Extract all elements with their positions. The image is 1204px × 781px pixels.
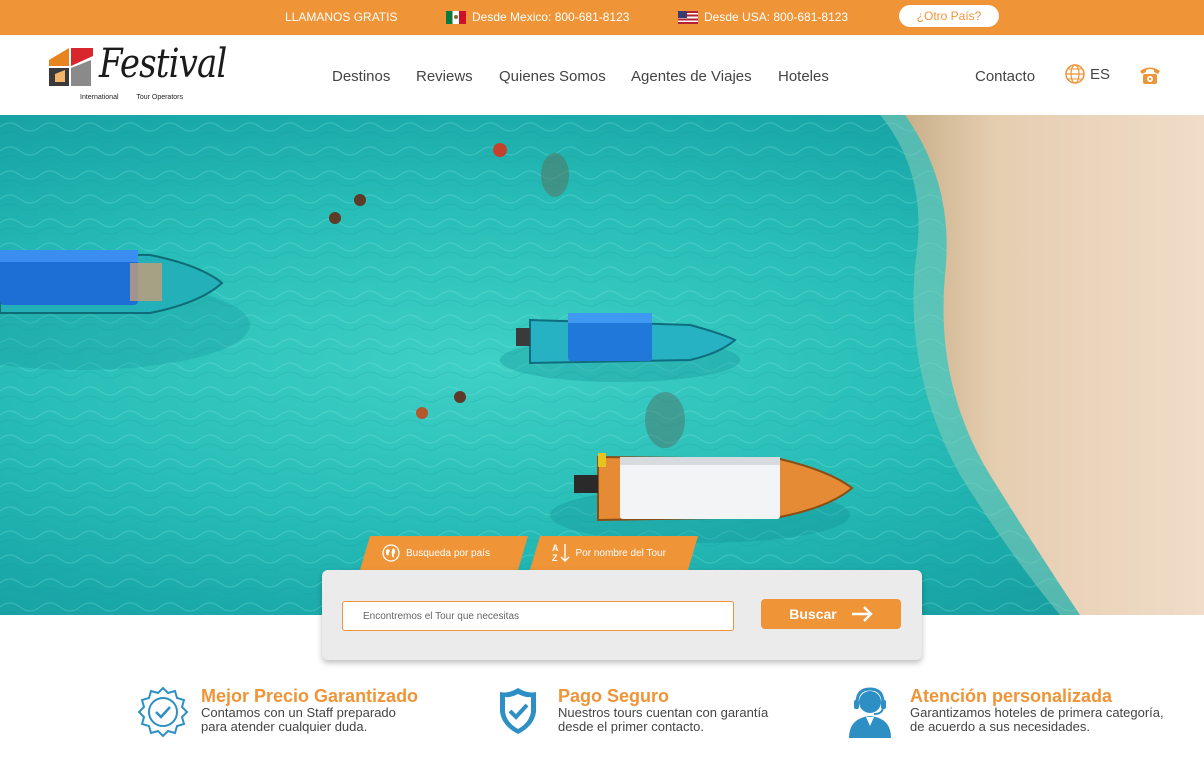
tour-search-input[interactable] <box>342 601 734 631</box>
globe-icon <box>1065 64 1085 84</box>
top-bar: LLAMANOS GRATIS Desde Mexico: 800-681-81… <box>0 0 1204 35</box>
language-selector[interactable]: ES <box>1065 64 1110 84</box>
nav-reviews[interactable]: Reviews <box>416 68 473 85</box>
feature-description: Nuestros tours cuentan con garantía desd… <box>558 705 769 734</box>
feature-title: Mejor Precio Garantizado <box>201 686 419 706</box>
search-button[interactable]: Buscar <box>761 599 901 629</box>
arrow-right-icon <box>851 606 873 622</box>
nav-agentes-de-viajes[interactable]: Agentes de Viajes <box>631 68 752 85</box>
feature-description: Garantizamos hoteles de primera categorí… <box>910 705 1164 734</box>
globe-icon <box>382 544 400 562</box>
logo-wordmark: Festival <box>99 41 227 87</box>
festival-logo[interactable]: Festival International Tour Operators <box>47 41 227 105</box>
free-call-label: LLAMANOS GRATIS <box>285 10 398 24</box>
nav-hoteles[interactable]: Hoteles <box>778 68 829 85</box>
sort-az-icon: A Z <box>552 543 570 563</box>
logo-tagline: International Tour Operators <box>80 94 183 101</box>
tab-search-by-tour-name[interactable]: A Z Por nombre del Tour <box>530 536 698 570</box>
usa-flag-icon <box>678 10 698 24</box>
nav-destinos[interactable]: Destinos <box>332 68 390 85</box>
badge-check-icon <box>137 686 189 738</box>
headset-agent-icon <box>849 687 891 738</box>
shield-check-icon <box>500 688 536 734</box>
main-header: Festival International Tour Operators De… <box>0 35 1204 115</box>
logo-mark-icon <box>49 48 93 86</box>
arrow-down-icon <box>560 543 570 563</box>
mexico-flag-icon <box>446 10 466 24</box>
tab-search-by-country[interactable]: Busqueda por país <box>360 536 528 570</box>
nav-contacto[interactable]: Contacto <box>975 68 1035 85</box>
feature-title: Pago Seguro <box>558 686 670 706</box>
other-country-button[interactable]: ¿Otro País? <box>899 5 999 27</box>
search-panel: Buscar <box>322 570 922 660</box>
feature-description: Contamos con un Staff preparado para ate… <box>201 705 396 734</box>
phone-usa[interactable]: Desde USA: 800-681-8123 <box>678 10 848 24</box>
telephone-icon[interactable] <box>1139 65 1161 85</box>
nav-quienes-somos[interactable]: Quienes Somos <box>499 68 606 85</box>
feature-title: Atención personalizada <box>910 686 1113 706</box>
phone-mexico[interactable]: Desde Mexico: 800-681-8123 <box>446 10 629 24</box>
